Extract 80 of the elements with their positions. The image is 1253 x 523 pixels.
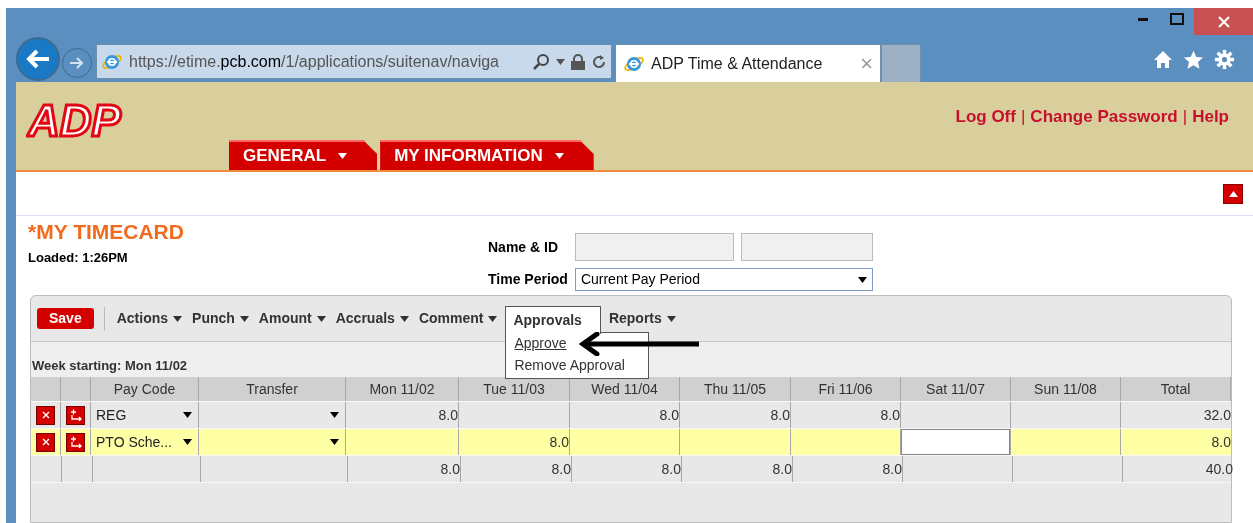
field-label: Name & ID <box>488 237 560 257</box>
id-field[interactable] <box>740 233 873 261</box>
page-title: *MY TIMECARD <box>28 219 185 244</box>
caret-icon <box>554 153 564 159</box>
total-cell-text: 40.0 <box>1205 459 1233 479</box>
caret-icon <box>488 315 498 322</box>
save-button[interactable]: Save <box>37 308 94 329</box>
address-bar[interactable]: https://etime.pcb.com/1/applications/suitenav/naviga <box>96 44 612 79</box>
delete-icon <box>41 438 50 446</box>
hours-field[interactable] <box>901 429 1010 455</box>
hours-cell-text: 8.0 <box>879 405 900 425</box>
menu-button[interactable]: Accruals <box>333 305 411 332</box>
caret-icon <box>239 315 249 322</box>
back-arrow-icon <box>25 48 51 70</box>
header-link[interactable]: Change Password <box>1030 104 1178 130</box>
url-text: https://etime.pcb.com/1/applications/suitenav/naviga <box>129 51 500 72</box>
delete-row-button[interactable] <box>36 405 55 425</box>
loaded-time: Loaded: 1:26PM <box>28 249 129 267</box>
browser-tab[interactable]: ADP Time & Attendance × <box>615 44 881 82</box>
delete-row-button[interactable] <box>36 432 55 452</box>
settings-icon[interactable] <box>1214 49 1235 70</box>
caret-icon <box>330 412 339 418</box>
collapse-button[interactable] <box>1223 183 1243 204</box>
dropdown-item[interactable]: Approve <box>514 332 567 355</box>
header-link[interactable]: Log Off <box>955 104 1016 130</box>
hours-cell-text: 8.0 <box>658 405 679 425</box>
link-separator: | <box>1182 106 1188 128</box>
time-period-select[interactable]: Current Pay Period <box>574 268 873 291</box>
close-icon <box>1217 15 1230 28</box>
caret-icon <box>857 276 867 283</box>
caret-icon <box>316 315 326 322</box>
total-cell-text: 8.0 <box>1211 432 1231 452</box>
caret-icon <box>330 439 339 445</box>
plus-arrow-icon <box>69 409 82 421</box>
insert-row-button[interactable] <box>66 432 85 452</box>
field-label: Time Period <box>488 270 568 289</box>
caret-icon <box>666 315 676 322</box>
caret-icon <box>338 153 348 159</box>
hours-cell-text: 8.0 <box>548 432 569 452</box>
name-field[interactable] <box>574 233 734 261</box>
maximize-icon <box>1170 13 1184 25</box>
link-separator: | <box>1020 106 1026 128</box>
nav-tab[interactable]: MY INFORMATION <box>380 140 594 170</box>
dropdown-caret-icon <box>556 58 565 65</box>
hours-cell-text: 8.0 <box>437 405 458 425</box>
hours-cell-text: 8.0 <box>660 459 681 479</box>
menu-button[interactable]: Actions <box>114 305 185 332</box>
hours-cell-text: 8.0 <box>550 459 571 479</box>
dropdown-item[interactable]: Remove Approval <box>514 354 625 377</box>
insert-row-button[interactable] <box>66 405 85 425</box>
logo: ADP <box>26 96 126 146</box>
plus-arrow-icon <box>69 436 82 448</box>
week-label: Week starting: Mon 11/02 <box>32 356 188 375</box>
collapse-caret-icon <box>1228 190 1238 197</box>
star-icon[interactable] <box>1183 49 1204 70</box>
hours-cell-text: 8.0 <box>771 459 792 479</box>
header-link[interactable]: Help <box>1192 104 1229 130</box>
caret-icon <box>399 315 409 322</box>
total-cell-text: 32.0 <box>1203 405 1231 425</box>
back-button[interactable] <box>16 37 60 81</box>
home-icon[interactable] <box>1153 50 1173 69</box>
hours-cell-text: 8.0 <box>769 405 790 425</box>
forward-arrow-icon <box>69 56 85 70</box>
hours-cell-text: 8.0 <box>881 459 902 479</box>
hours-cell-text: 8.0 <box>439 459 460 479</box>
menu-button[interactable]: Comment <box>416 305 500 332</box>
caret-icon <box>183 412 192 418</box>
menu-button[interactable]: Reports <box>606 305 678 332</box>
delete-icon <box>41 411 50 419</box>
refresh-icon <box>591 53 607 70</box>
menu-button[interactable]: Approvals <box>505 305 601 334</box>
close-button[interactable] <box>1194 8 1253 35</box>
nav-tab[interactable]: GENERAL <box>229 140 378 170</box>
search-icon <box>532 52 550 71</box>
menu-button[interactable]: Punch <box>190 305 251 332</box>
caret-icon <box>173 315 183 322</box>
minimize-icon <box>1138 17 1148 21</box>
menu-button[interactable]: Amount <box>256 305 328 332</box>
caret-icon <box>183 439 192 445</box>
lock-icon <box>571 53 585 70</box>
